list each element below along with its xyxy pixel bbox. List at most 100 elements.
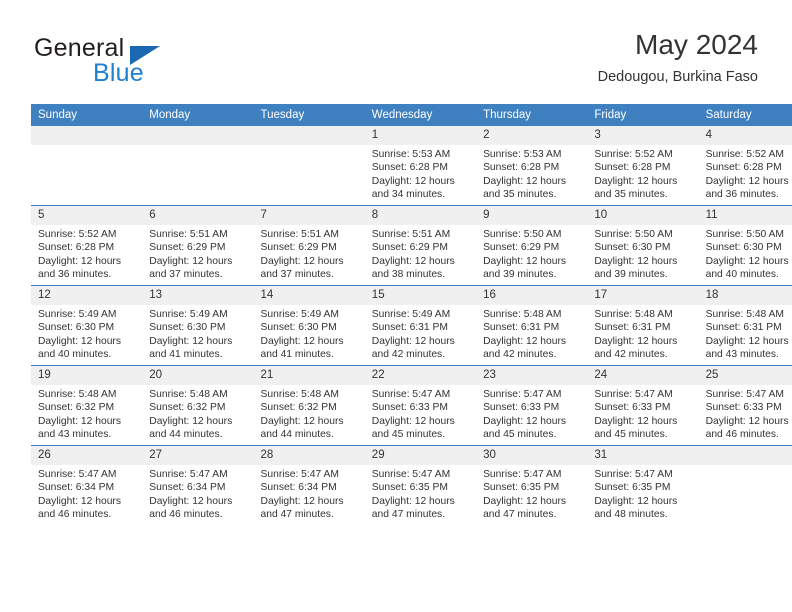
calendar-day-cell[interactable]: 24 Sunrise: 5:47 AM Sunset: 6:33 PM Dayligh… [587,365,699,446]
calendar-day-cell[interactable]: 28 Sunrise: 5:47 AM Sunset: 6:34 PM Dayligh… [253,445,365,525]
calendar-cell-inner: 4 Sunrise: 5:52 AM Sunset: 6:28 PM Daylight… [698,126,792,205]
calendar-day-cell[interactable]: 7 Sunrise: 5:51 AM Sunset: 6:29 PM Daylight… [253,205,365,286]
day-details: Sunrise: 5:52 AM Sunset: 6:28 PM Daylight:… [699,145,792,202]
calendar-day-cell[interactable]: 8 Sunrise: 5:51 AM Sunset: 6:29 PM Daylight… [364,205,477,286]
sunrise-text: Sunrise: 5:47 AM [483,469,562,480]
sunrise-text: Sunrise: 5:48 AM [38,389,117,400]
calendar-cell-empty [142,126,254,206]
day-number: 17 [587,286,699,305]
sunset-text: Sunset: 6:29 PM [260,242,337,254]
day-details: Sunrise: 5:47 AM Sunset: 6:33 PM Daylight:… [699,385,792,442]
calendar-day-cell[interactable]: 23 Sunrise: 5:47 AM Sunset: 6:33 PM Dayligh… [476,365,588,446]
weekday-header-friday: Friday [587,104,699,126]
calendar-day-cell[interactable]: 27 Sunrise: 5:47 AM Sunset: 6:34 PM Dayligh… [142,445,254,525]
day-number: 2 [476,126,588,145]
sunset-text: Sunset: 6:35 PM [594,482,671,494]
page-header: General Blue May 2024 Dedougou, Burkina … [34,28,758,96]
day-number [142,126,254,145]
calendar-day-cell[interactable]: 26 Sunrise: 5:47 AM Sunset: 6:34 PM Dayligh… [31,445,143,525]
day-details: Sunrise: 5:47 AM Sunset: 6:33 PM Daylight:… [365,385,476,442]
calendar-week-row: 26 Sunrise: 5:47 AM Sunset: 6:34 PM Dayligh… [31,445,792,525]
calendar-cell-inner: 5 Sunrise: 5:52 AM Sunset: 6:28 PM Daylight… [31,206,143,285]
daylight-text-line2: and 39 minutes. [594,269,668,281]
day-number: 14 [253,286,365,305]
calendar-day-cell[interactable]: 9 Sunrise: 5:50 AM Sunset: 6:29 PM Daylight… [476,205,588,286]
day-details: Sunrise: 5:48 AM Sunset: 6:31 PM Daylight:… [699,305,792,362]
daylight-text-line2: and 35 minutes. [594,189,668,201]
daylight-text-line1: Daylight: 12 hours [260,415,344,427]
daylight-text-line1: Daylight: 12 hours [594,335,678,347]
calendar-cell-empty [253,126,365,206]
day-details: Sunrise: 5:48 AM Sunset: 6:31 PM Daylight:… [587,305,698,362]
sunset-text: Sunset: 6:35 PM [371,482,448,494]
calendar-cell-inner: 17 Sunrise: 5:48 AM Sunset: 6:31 PM Dayligh… [587,286,699,365]
daylight-text-line2: and 45 minutes. [483,429,557,441]
page-subtitle: Dedougou, Burkina Faso [597,69,758,85]
day-details: Sunrise: 5:47 AM Sunset: 6:35 PM Daylight:… [476,465,587,522]
calendar-day-cell[interactable]: 15 Sunrise: 5:49 AM Sunset: 6:31 PM Dayligh… [364,285,477,366]
calendar-day-cell[interactable]: 30 Sunrise: 5:47 AM Sunset: 6:35 PM Dayligh… [476,445,588,525]
calendar-cell-inner: 26 Sunrise: 5:47 AM Sunset: 6:34 PM Dayligh… [31,446,143,525]
calendar-page: General Blue May 2024 Dedougou, Burkina … [0,0,792,612]
calendar-day-cell[interactable]: 3 Sunrise: 5:52 AM Sunset: 6:28 PM Daylight… [587,126,699,206]
calendar-header-row: Sunday Monday Tuesday Wednesday Thursday… [31,104,792,126]
daylight-text-line1: Daylight: 12 hours [260,335,344,347]
calendar-day-cell[interactable]: 14 Sunrise: 5:49 AM Sunset: 6:30 PM Dayligh… [253,285,365,366]
daylight-text-line1: Daylight: 12 hours [483,335,567,347]
calendar-day-cell[interactable]: 20 Sunrise: 5:48 AM Sunset: 6:32 PM Dayligh… [142,365,254,446]
sunset-text: Sunset: 6:32 PM [260,402,337,414]
calendar-day-cell[interactable]: 1 Sunrise: 5:53 AM Sunset: 6:28 PM Daylight… [364,126,477,206]
day-details: Sunrise: 5:47 AM Sunset: 6:33 PM Daylight:… [476,385,587,442]
calendar-cell-inner: 11 Sunrise: 5:50 AM Sunset: 6:30 PM Dayligh… [698,206,792,285]
calendar-day-cell[interactable]: 31 Sunrise: 5:47 AM Sunset: 6:35 PM Dayligh… [587,445,699,525]
day-details: Sunrise: 5:53 AM Sunset: 6:28 PM Daylight:… [476,145,587,202]
sunrise-text: Sunrise: 5:47 AM [38,469,117,480]
daylight-text-line2: and 37 minutes. [260,269,334,281]
calendar-day-cell[interactable]: 10 Sunrise: 5:50 AM Sunset: 6:30 PM Dayligh… [587,205,699,286]
calendar-day-cell[interactable]: 4 Sunrise: 5:52 AM Sunset: 6:28 PM Daylight… [698,126,792,206]
day-details: Sunrise: 5:49 AM Sunset: 6:30 PM Daylight:… [31,305,142,362]
daylight-text-line2: and 41 minutes. [260,349,334,361]
sunset-text: Sunset: 6:31 PM [371,322,448,334]
day-number: 27 [142,446,254,465]
calendar-day-cell[interactable]: 5 Sunrise: 5:52 AM Sunset: 6:28 PM Daylight… [31,205,143,286]
calendar-day-cell[interactable]: 2 Sunrise: 5:53 AM Sunset: 6:28 PM Daylight… [476,126,588,206]
day-details: Sunrise: 5:51 AM Sunset: 6:29 PM Daylight:… [365,225,476,282]
sunset-text: Sunset: 6:28 PM [705,162,782,174]
calendar-cell-inner: 10 Sunrise: 5:50 AM Sunset: 6:30 PM Dayligh… [587,206,699,285]
day-details: Sunrise: 5:48 AM Sunset: 6:32 PM Daylight:… [254,385,365,442]
calendar-day-cell[interactable]: 29 Sunrise: 5:47 AM Sunset: 6:35 PM Dayligh… [364,445,477,525]
day-number: 1 [364,126,477,145]
sunset-text: Sunset: 6:34 PM [260,482,337,494]
daylight-text-line2: and 42 minutes. [483,349,557,361]
daylight-text-line2: and 42 minutes. [594,349,668,361]
daylight-text-line2: and 47 minutes. [260,509,334,521]
daylight-text-line1: Daylight: 12 hours [38,495,121,507]
sunset-text: Sunset: 6:28 PM [483,162,560,174]
daylight-text-line1: Daylight: 12 hours [149,335,233,347]
sunrise-text: Sunrise: 5:50 AM [705,229,785,240]
calendar-day-cell[interactable]: 25 Sunrise: 5:47 AM Sunset: 6:33 PM Dayligh… [698,365,792,446]
daylight-text-line1: Daylight: 12 hours [594,415,678,427]
day-number: 5 [31,206,143,225]
calendar-day-cell[interactable]: 22 Sunrise: 5:47 AM Sunset: 6:33 PM Dayligh… [364,365,477,446]
calendar-day-cell[interactable]: 6 Sunrise: 5:51 AM Sunset: 6:29 PM Daylight… [142,205,254,286]
calendar-day-cell[interactable]: 17 Sunrise: 5:48 AM Sunset: 6:31 PM Dayligh… [587,285,699,366]
calendar-day-cell[interactable]: 19 Sunrise: 5:48 AM Sunset: 6:32 PM Dayligh… [31,365,143,446]
sunrise-text: Sunrise: 5:47 AM [594,469,673,480]
calendar-day-cell[interactable]: 21 Sunrise: 5:48 AM Sunset: 6:32 PM Dayligh… [253,365,365,446]
calendar-day-cell[interactable]: 16 Sunrise: 5:48 AM Sunset: 6:31 PM Dayligh… [476,285,588,366]
calendar-week-row: 1 Sunrise: 5:53 AM Sunset: 6:28 PM Daylight… [31,126,792,206]
daylight-text-line1: Daylight: 12 hours [705,415,789,427]
day-details: Sunrise: 5:48 AM Sunset: 6:32 PM Daylight:… [142,385,253,442]
day-details: Sunrise: 5:50 AM Sunset: 6:30 PM Daylight:… [587,225,698,282]
calendar-day-cell[interactable]: 12 Sunrise: 5:49 AM Sunset: 6:30 PM Dayligh… [31,285,143,366]
sunrise-text: Sunrise: 5:49 AM [38,309,117,320]
sunrise-text: Sunrise: 5:52 AM [38,229,117,240]
calendar-day-cell[interactable]: 18 Sunrise: 5:48 AM Sunset: 6:31 PM Dayligh… [698,285,792,366]
daylight-text-line2: and 47 minutes. [371,509,446,521]
daylight-text-line1: Daylight: 12 hours [149,255,233,267]
sunset-text: Sunset: 6:30 PM [260,322,337,334]
calendar-day-cell[interactable]: 13 Sunrise: 5:49 AM Sunset: 6:30 PM Dayligh… [142,285,254,366]
calendar-day-cell[interactable]: 11 Sunrise: 5:50 AM Sunset: 6:30 PM Dayligh… [698,205,792,286]
